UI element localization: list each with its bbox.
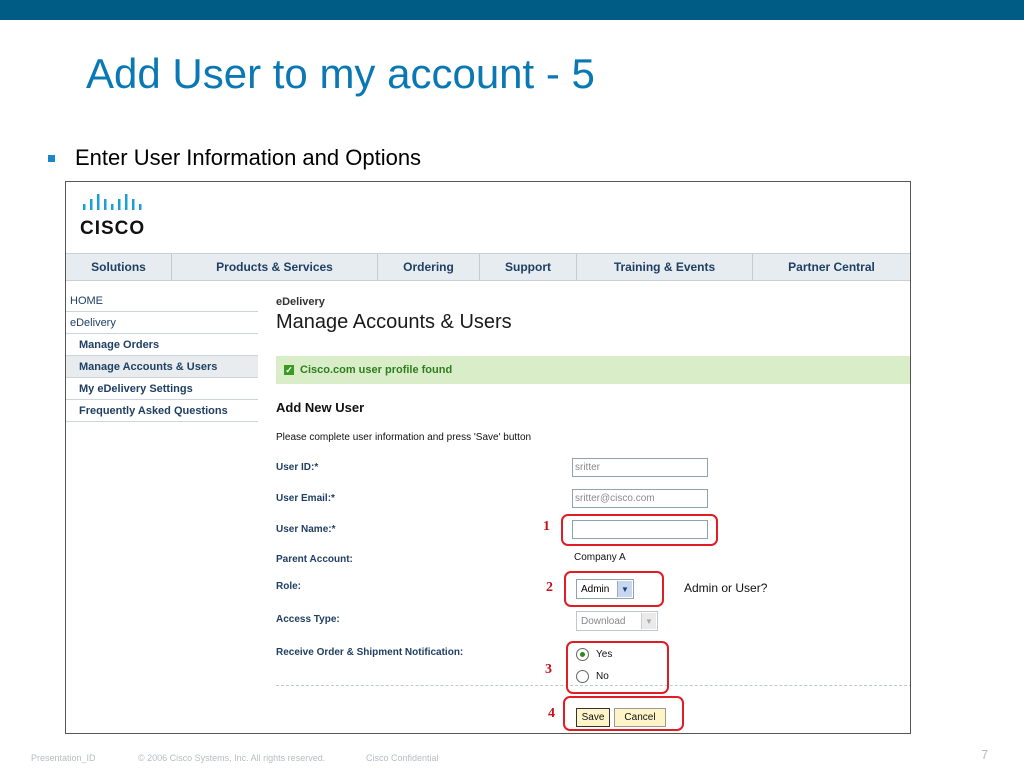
cisco-logo[interactable]: CISCO: [80, 190, 160, 240]
bullet-text: Enter User Information and Options: [75, 145, 422, 170]
annotation-number-2: 2: [546, 580, 553, 595]
main-nav: Solutions Products & Services Ordering S…: [66, 253, 910, 281]
nav-support[interactable]: Support: [480, 254, 577, 280]
page-title: Manage Accounts & Users: [276, 311, 512, 333]
access-type-value: Download: [581, 615, 626, 627]
nav-training-events[interactable]: Training & Events: [577, 254, 753, 280]
nav-ordering[interactable]: Ordering: [378, 254, 480, 280]
cisco-bridge-icon: [83, 194, 142, 210]
annotation-ring-save: [563, 696, 684, 731]
access-type-select[interactable]: Download ▼: [576, 611, 658, 631]
nav-partner-central[interactable]: Partner Central: [753, 254, 910, 280]
breadcrumb[interactable]: eDelivery: [276, 296, 325, 308]
sidebar-item-manage-orders[interactable]: Manage Orders: [66, 334, 258, 356]
section-title: Add New User: [276, 400, 365, 415]
sidebar-item-manage-accounts[interactable]: Manage Accounts & Users: [66, 356, 258, 378]
logo-wordmark: CISCO: [80, 218, 146, 239]
nav-solutions[interactable]: Solutions: [66, 254, 172, 280]
footer-presentation-id: Presentation_ID: [31, 753, 96, 763]
parent-account-label: Parent Account:: [276, 554, 353, 565]
slide-top-bar: [0, 0, 1024, 20]
annotation-number-1: 1: [543, 519, 550, 534]
sidebar-item-edelivery[interactable]: eDelivery: [66, 312, 258, 334]
instruction-text: Please complete user information and pre…: [276, 432, 532, 443]
role-hint: Admin or User?: [684, 581, 768, 595]
parent-account-value: Company A: [574, 552, 626, 563]
sidebar-item-faq[interactable]: Frequently Asked Questions: [66, 400, 258, 422]
annotation-ring-user-name: [561, 514, 718, 546]
slide-title: Add User to my account - 5: [86, 50, 595, 97]
page-number: 7: [981, 747, 989, 762]
status-message: Cisco.com user profile found: [300, 364, 453, 376]
checkmark-icon: ✓: [284, 365, 294, 375]
notification-label: Receive Order & Shipment Notification:: [276, 647, 464, 658]
user-email-input[interactable]: [572, 489, 708, 508]
annotation-number-4: 4: [548, 706, 555, 721]
sidebar-item-settings[interactable]: My eDelivery Settings: [66, 378, 258, 400]
bullet-point: Enter User Information and Options: [48, 145, 421, 171]
footer-confidential: Cisco Confidential: [366, 753, 439, 763]
user-name-label: User Name:*: [276, 524, 336, 535]
nav-products-services[interactable]: Products & Services: [172, 254, 378, 280]
status-banner: ✓ Cisco.com user profile found: [276, 356, 910, 384]
screenshot-frame: CISCO Solutions Products & Services Orde…: [65, 181, 911, 734]
annotation-ring-notification: [566, 641, 669, 694]
annotation-ring-role: [564, 571, 664, 607]
user-id-input[interactable]: [572, 458, 708, 477]
chevron-down-icon: ▼: [641, 613, 656, 629]
access-type-label: Access Type:: [276, 614, 340, 625]
user-id-label: User ID:*: [276, 462, 319, 473]
sidebar: HOME eDelivery Manage Orders Manage Acco…: [66, 290, 258, 422]
role-label: Role:: [276, 581, 301, 592]
footer-copyright: © 2006 Cisco Systems, Inc. All rights re…: [138, 753, 326, 763]
bullet-square-icon: [48, 154, 55, 162]
annotation-number-3: 3: [545, 662, 552, 677]
user-email-label: User Email:*: [276, 493, 335, 504]
sidebar-item-home[interactable]: HOME: [66, 290, 258, 312]
